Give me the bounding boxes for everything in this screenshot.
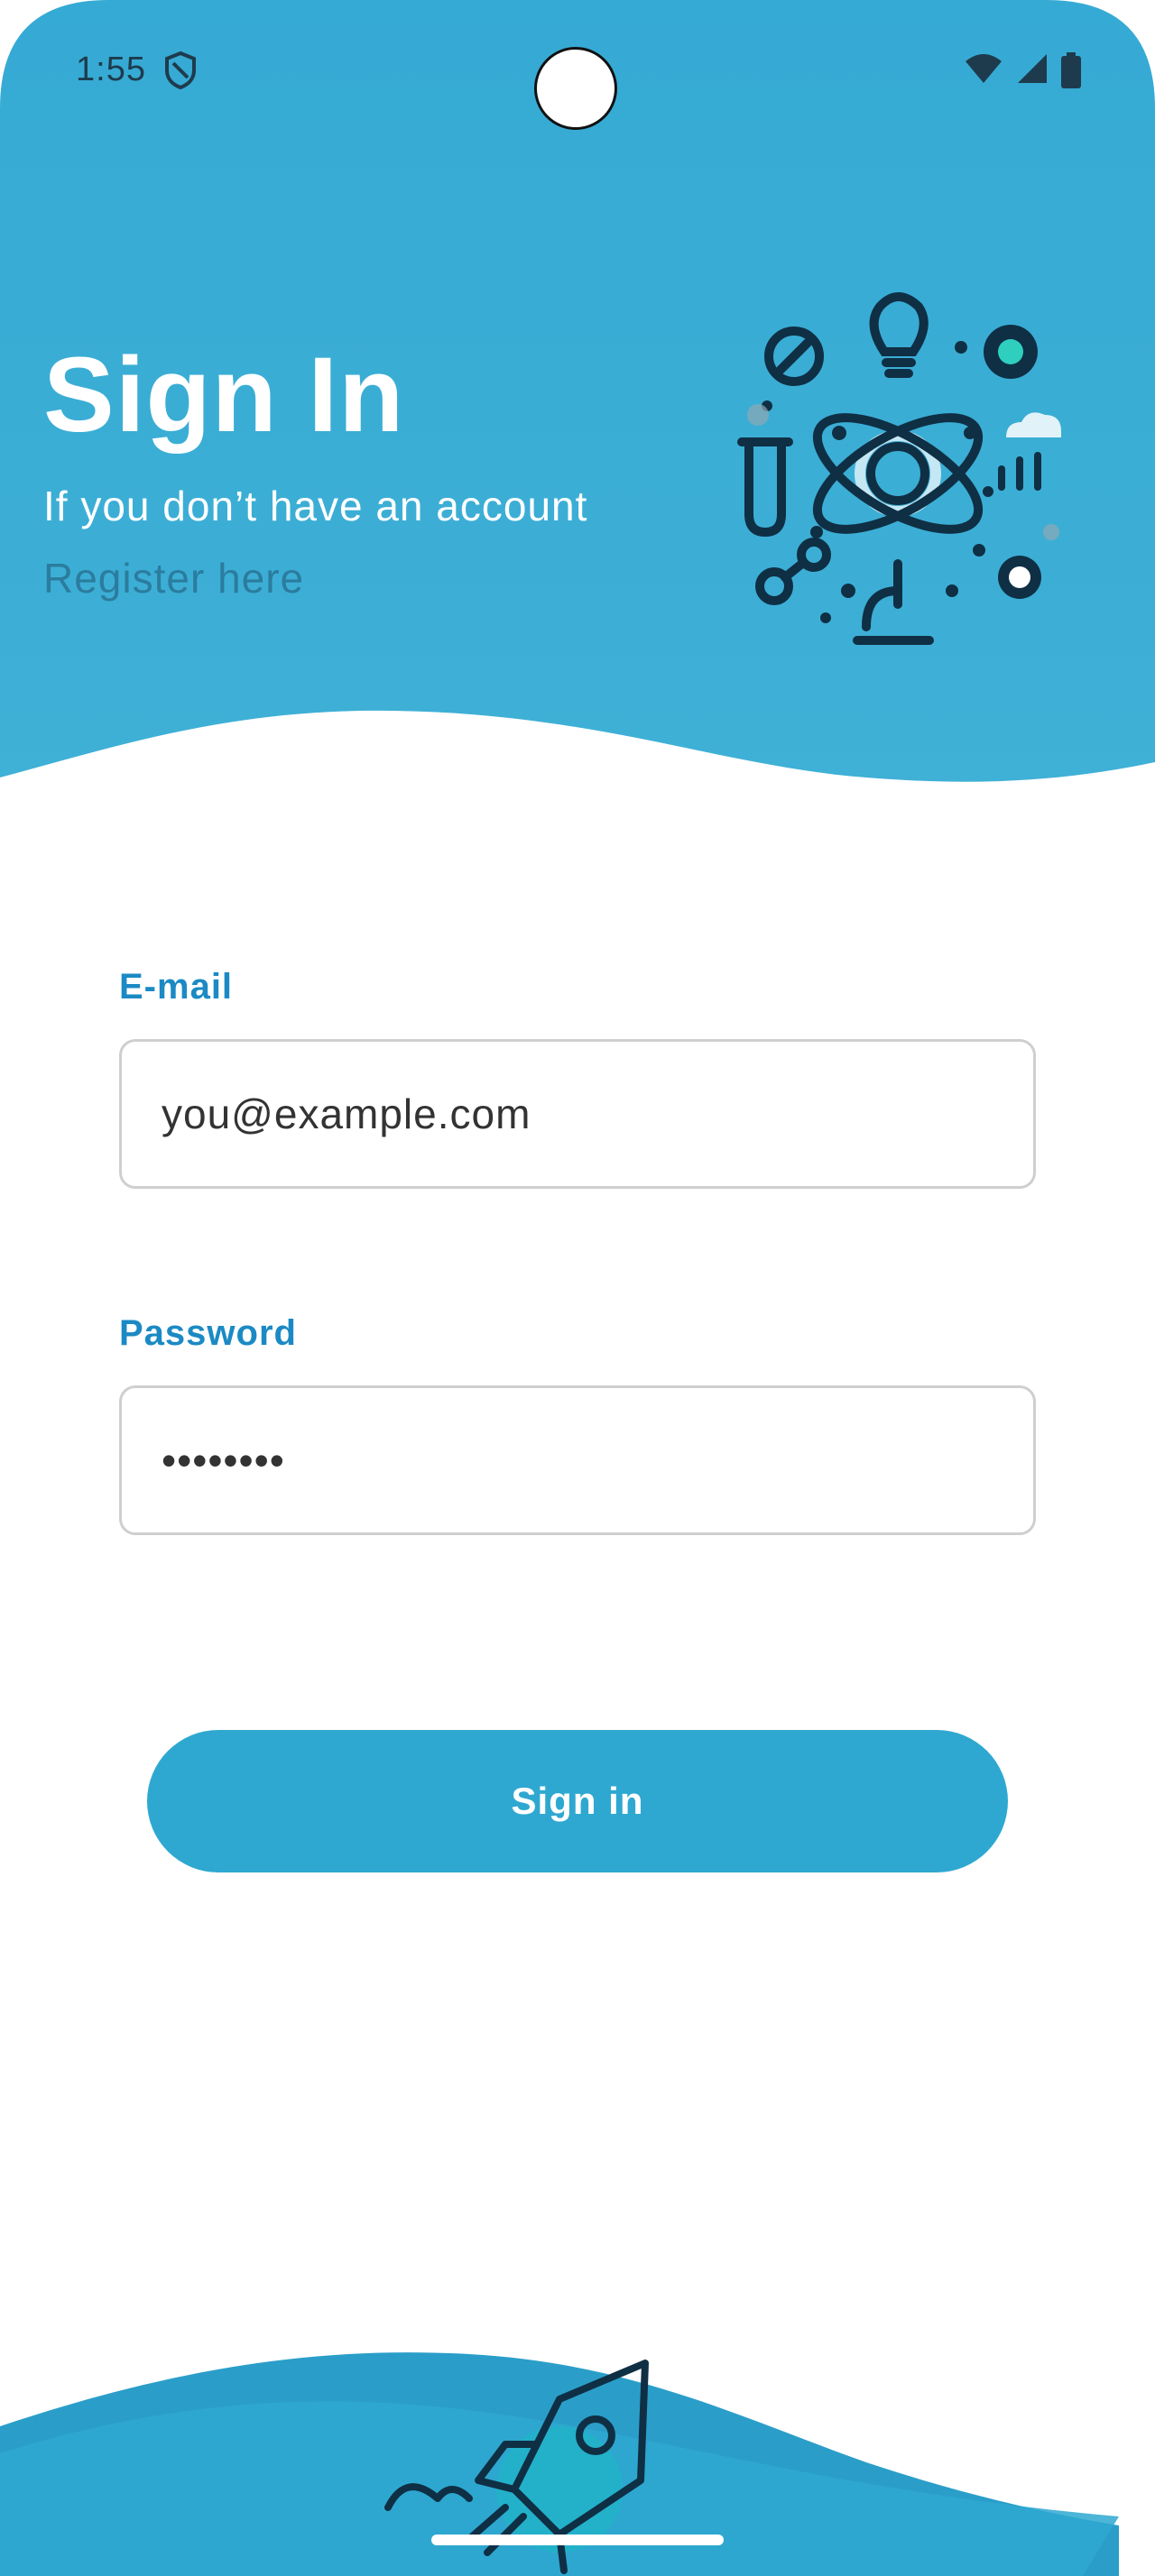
battery-icon xyxy=(1061,52,1081,88)
status-bar: 1:55 xyxy=(0,0,1155,135)
password-field[interactable]: •••••••• xyxy=(119,1385,1036,1535)
shield-icon xyxy=(165,51,196,90)
subtitle: If you don’t have an account xyxy=(43,483,588,529)
camera-cutout xyxy=(534,47,617,130)
sign-in-button[interactable]: Sign in xyxy=(147,1730,1008,1872)
status-time: 1:55 xyxy=(76,51,146,88)
register-link[interactable]: Register here xyxy=(43,554,304,603)
science-illustration xyxy=(737,292,1061,645)
email-field[interactable]: you@example.com xyxy=(119,1039,1036,1189)
wifi-icon xyxy=(966,54,1002,83)
home-indicator[interactable] xyxy=(431,2535,724,2545)
password-value: •••••••• xyxy=(162,1437,285,1484)
email-label: E-mail xyxy=(119,967,234,1007)
status-icons xyxy=(964,52,1081,88)
signal-icon xyxy=(1018,54,1047,83)
page-title: Sign In xyxy=(43,336,405,455)
email-value: you@example.com xyxy=(162,1090,531,1137)
password-label: Password xyxy=(119,1313,297,1353)
sign-in-screen: 1:55 Sign In If you don’t have an accoun… xyxy=(0,0,1155,2576)
